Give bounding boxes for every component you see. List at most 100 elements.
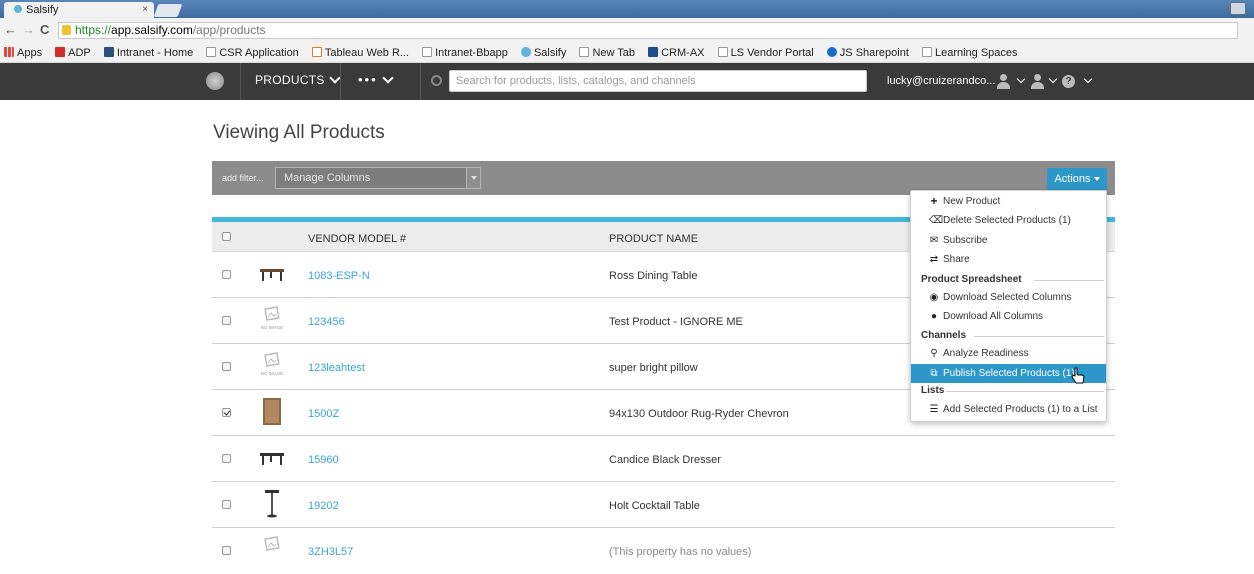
section-channels: Channels: [921, 329, 1104, 343]
product-thumbnail[interactable]: NO IMAGE: [257, 350, 287, 380]
menu-item-delete-selected[interactable]: ⌫ Delete Selected Products (1): [911, 211, 1106, 230]
url-scheme: https://: [75, 23, 112, 37]
row-checkbox[interactable]: [222, 316, 231, 325]
envelope-icon: ✉: [929, 235, 939, 246]
salsify-logo-icon[interactable]: [206, 72, 224, 90]
bookmark-js-sharepoint[interactable]: JS Sharepoint: [826, 44, 909, 62]
section-divider: [1034, 280, 1104, 281]
table-row[interactable]: 15960 Candice Black Dresser: [212, 436, 1115, 482]
bookmark-adp[interactable]: ADP: [55, 44, 91, 62]
products-menu[interactable]: PRODUCTS: [255, 72, 341, 87]
app-header: PRODUCTS ••• lucky@cruizerandco... ?: [0, 63, 1254, 100]
row-checkbox[interactable]: [222, 500, 231, 509]
select-all-checkbox[interactable]: [222, 232, 231, 241]
bookmark-tableau[interactable]: Tableau Web R...: [311, 44, 409, 62]
salsify-favicon-icon: [14, 5, 22, 13]
bookmark-csr-application[interactable]: CSR Application: [206, 44, 299, 62]
vendor-model-link[interactable]: 1500Z: [308, 408, 339, 420]
cocktail-table-icon: [265, 490, 279, 518]
product-thumbnail[interactable]: NO IMAGE: [257, 304, 287, 334]
no-image-icon: [264, 536, 280, 551]
header-divider: [420, 63, 421, 100]
product-name: Ross Dining Table: [609, 270, 698, 282]
user-email[interactable]: lucky@cruizerandco...: [887, 75, 995, 87]
trash-icon: ⌫: [929, 215, 944, 226]
reload-button[interactable]: C: [40, 22, 49, 37]
product-thumbnail[interactable]: [257, 442, 287, 472]
bookmark-ls-vendor-portal[interactable]: LS Vendor Portal: [717, 44, 814, 62]
apps-grid-icon: [4, 47, 14, 57]
menu-item-add-to-list[interactable]: ☰ Add Selected Products (1) to a List: [911, 400, 1106, 419]
no-image-label: NO IMAGE: [260, 325, 284, 330]
browser-tab-strip: Salsify ×: [0, 0, 1254, 18]
product-name: Test Product - IGNORE ME: [609, 316, 743, 328]
add-filter-link[interactable]: add filter...: [222, 173, 264, 183]
no-image-label: NO IMAGE: [260, 371, 284, 376]
vendor-model-link[interactable]: 15960: [308, 454, 339, 466]
menu-item-download-selected-columns[interactable]: ◉ Download Selected Columns: [911, 288, 1106, 307]
table-row[interactable]: 19202 Holt Cocktail Table: [212, 482, 1115, 528]
search-input[interactable]: [449, 70, 867, 92]
vendor-model-link[interactable]: 19202: [308, 500, 339, 512]
header-divider: [340, 63, 341, 100]
row-checkbox[interactable]: [222, 270, 231, 279]
window-user-icon[interactable]: [1230, 2, 1246, 15]
header-divider: [240, 63, 241, 100]
row-checkbox[interactable]: [222, 546, 231, 555]
product-thumbnail[interactable]: [257, 488, 287, 518]
actions-button[interactable]: Actions: [1047, 168, 1107, 191]
product-thumbnail[interactable]: [257, 534, 287, 564]
adp-icon: [55, 47, 66, 57]
address-bar: ← → C https://app.salsify.com/app/produc…: [0, 18, 1254, 44]
menu-item-analyze-readiness[interactable]: ⚲ Analyze Readiness: [911, 344, 1106, 363]
vendor-model-link[interactable]: 3ZH3L57: [308, 546, 353, 558]
notifications-icon[interactable]: [1031, 74, 1044, 90]
lightbulb-icon: ⚲: [930, 348, 938, 359]
salsify-icon: [520, 47, 531, 57]
column-header-vendor-model[interactable]: VENDOR MODEL #: [308, 233, 406, 245]
vendor-model-link[interactable]: 1083-ESP-N: [308, 270, 370, 282]
product-thumbnail[interactable]: [257, 396, 287, 426]
plus-icon: +: [930, 194, 938, 208]
section-lists: Lists: [921, 384, 1104, 398]
back-button[interactable]: ←: [4, 22, 17, 37]
row-checkbox[interactable]: [222, 454, 231, 463]
browser-tab[interactable]: Salsify ×: [4, 2, 154, 18]
page-icon: [422, 47, 433, 57]
bookmark-intranet-home[interactable]: Intranet - Home: [103, 44, 193, 62]
url-field[interactable]: https://app.salsify.com/app/products: [58, 22, 1238, 39]
vendor-model-link[interactable]: 123leahtest: [308, 362, 365, 374]
more-menu[interactable]: •••: [358, 72, 394, 87]
sharepoint-icon: [826, 47, 837, 57]
bookmark-crm-ax[interactable]: CRM-AX: [648, 44, 705, 62]
row-checkbox[interactable]: [222, 362, 231, 371]
product-name: super bright pillow: [609, 362, 698, 374]
list-icon: ☰: [929, 404, 939, 415]
forward-button[interactable]: →: [22, 22, 35, 37]
tab-close-icon[interactable]: ×: [142, 2, 148, 18]
lock-icon: [62, 25, 71, 35]
menu-item-share[interactable]: ⇄ Share: [911, 250, 1106, 269]
menu-item-subscribe[interactable]: ✉ Subscribe: [911, 231, 1106, 250]
product-thumbnail[interactable]: [257, 258, 287, 288]
bookmark-intranet-bbapp[interactable]: Intranet-Bbapp: [422, 44, 508, 62]
bookmark-salsify[interactable]: Salsify: [520, 44, 566, 62]
new-tab-button[interactable]: [153, 4, 183, 17]
no-image-icon: [264, 352, 280, 367]
row-checkbox-checked[interactable]: [222, 408, 231, 417]
table-row[interactable]: 3ZH3L57 (This property has no values): [212, 528, 1115, 574]
bookmark-new-tab[interactable]: New Tab: [579, 44, 635, 62]
url-host: app.salsify.com: [111, 23, 193, 37]
vendor-model-link[interactable]: 123456: [308, 316, 345, 328]
bookmark-learning-spaces[interactable]: Learning Spaces: [921, 44, 1018, 62]
bookmark-apps[interactable]: Apps: [4, 44, 42, 62]
menu-item-new-product[interactable]: + New Product: [911, 192, 1106, 211]
menu-item-download-all-columns[interactable]: ● Download All Columns: [911, 307, 1106, 326]
help-icon[interactable]: ?: [1062, 75, 1075, 88]
search-icon: [431, 75, 442, 86]
chevron-down-icon: [1083, 74, 1093, 84]
manage-columns-select[interactable]: Manage Columns: [275, 167, 481, 189]
user-icon[interactable]: [997, 74, 1010, 90]
external-link-icon: ⧉: [930, 368, 938, 379]
column-header-product-name[interactable]: PRODUCT NAME: [609, 233, 698, 245]
